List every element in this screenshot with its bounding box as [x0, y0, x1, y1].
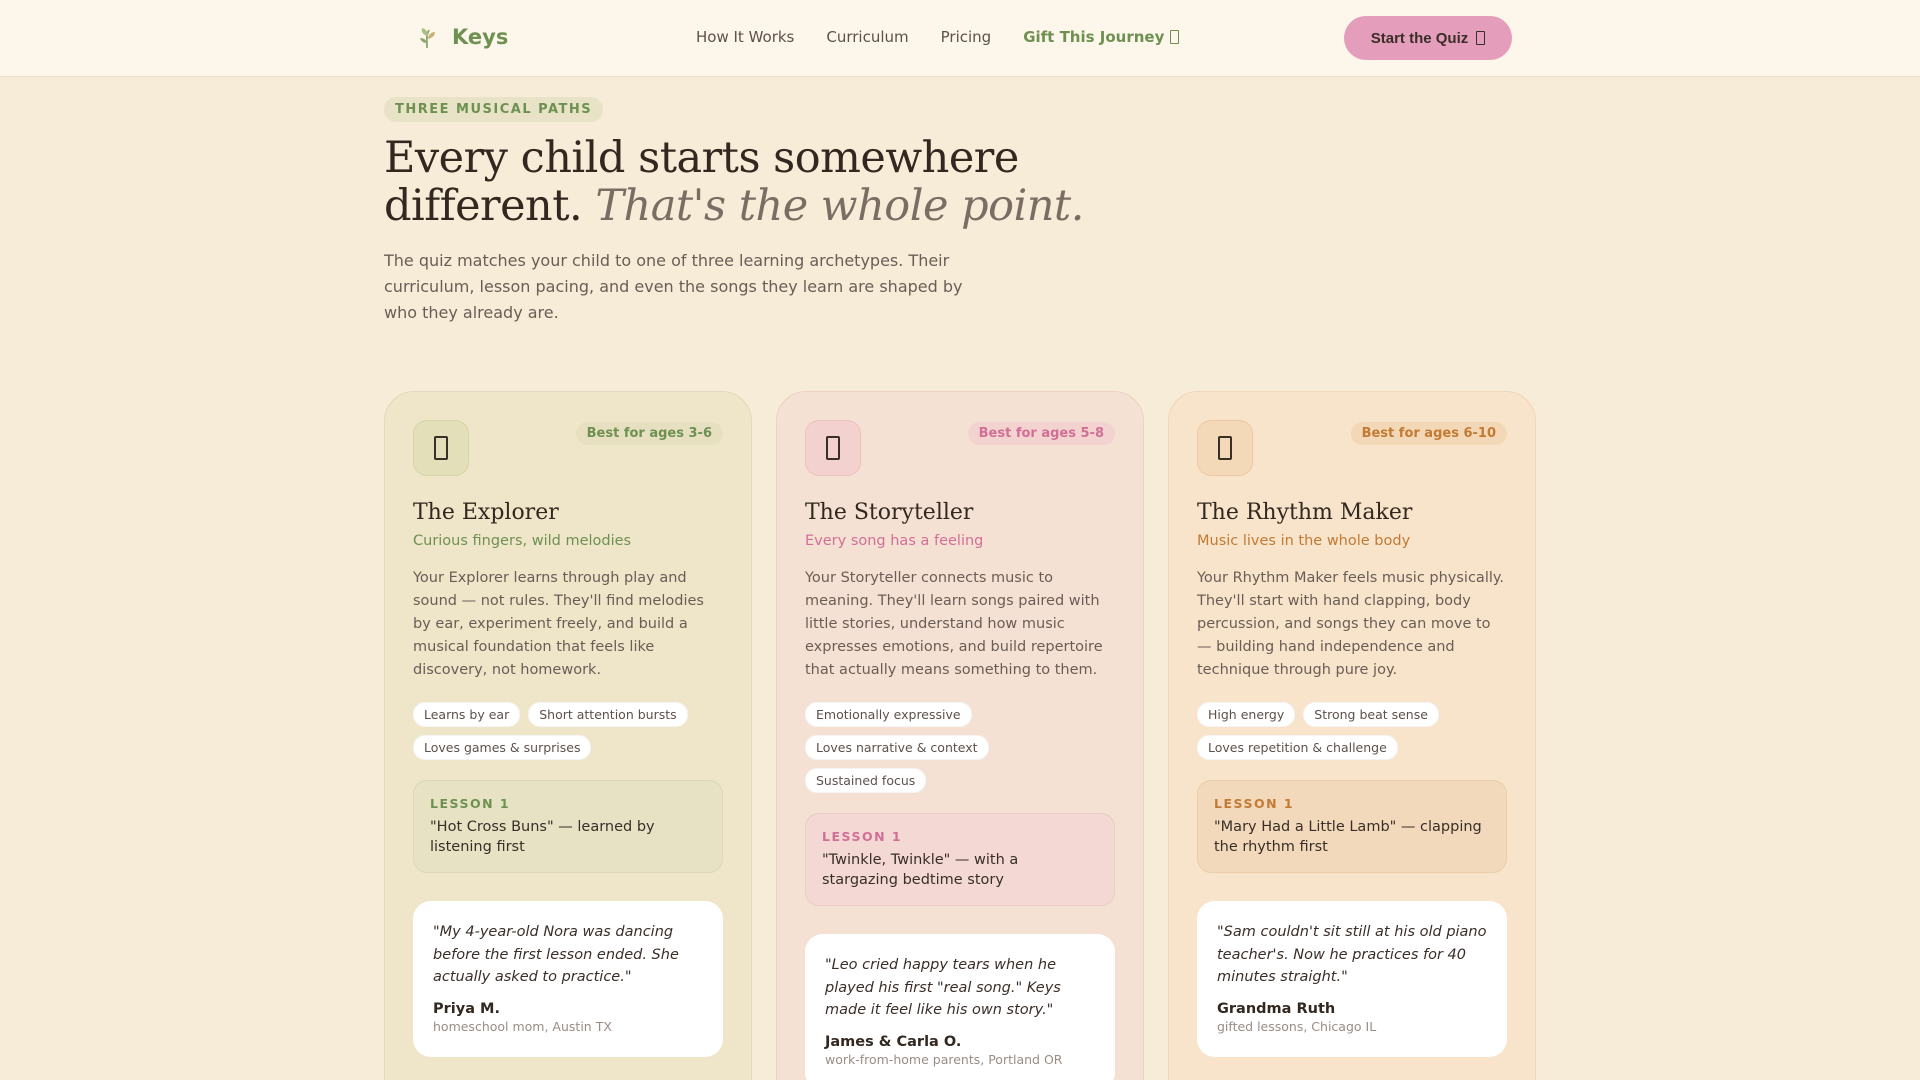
storyteller-icon: [805, 420, 861, 476]
lesson-label: LESSON 1: [822, 829, 903, 844]
trait-tags: Learns by ear Short attention bursts Lov…: [413, 702, 723, 760]
card-tagline: Curious fingers, wild melodies: [413, 533, 632, 549]
brand[interactable]: Keys: [414, 24, 508, 50]
headline-emphasis: That's the whole point.: [595, 181, 1084, 231]
sprout-icon: [420, 28, 435, 49]
lesson-label: LESSON 1: [1214, 796, 1295, 811]
lesson-text: "Mary Had a Little Lamb" — clapping the …: [1214, 819, 1482, 855]
explorer-icon: [413, 420, 469, 476]
trait-tag: Learns by ear: [413, 702, 521, 727]
section-eyebrow: THREE MUSICAL PATHS: [384, 97, 604, 122]
gift-label: Gift This Journey: [1023, 28, 1165, 46]
card-description: Your Rhythm Maker feels music physically…: [1197, 570, 1504, 678]
lesson-box: LESSON 1 "Mary Had a Little Lamb" — clap…: [1197, 780, 1507, 873]
card-tagline: Music lives in the whole body: [1197, 533, 1411, 549]
trait-tag: Loves repetition & challenge: [1197, 735, 1398, 760]
trait-tags: Emotionally expressive Loves narrative &…: [805, 702, 1115, 793]
top-nav: Keys How It Works Curriculum Pricing Gif…: [0, 0, 1920, 77]
trait-tags: High energy Strong beat sense Loves repe…: [1197, 702, 1507, 760]
brand-name: Keys: [452, 25, 509, 49]
nav-link-gift[interactable]: Gift This Journey: [1023, 28, 1179, 46]
card-title: The Storyteller: [805, 500, 974, 525]
testimonial-card: "Sam couldn't sit still at his old piano…: [1197, 901, 1507, 1057]
testimonial-quote: "My 4-year-old Nora was dancing before t…: [433, 924, 679, 985]
testimonial-author: Grandma Ruth: [1217, 1000, 1336, 1017]
trait-tag: Loves narrative & context: [805, 735, 989, 760]
testimonial-author-meta: work-from-home parents, Portland OR: [825, 1051, 1063, 1067]
page-title: Every child starts somewhere different. …: [384, 134, 1144, 230]
age-badge: Best for ages 5-8: [967, 422, 1115, 445]
testimonial-author: James & Carla O.: [825, 1033, 962, 1050]
lesson-box: LESSON 1 "Hot Cross Buns" — learned by l…: [413, 780, 723, 873]
trait-tag: Emotionally expressive: [805, 702, 972, 727]
start-quiz-label: Start the Quiz: [1370, 29, 1469, 47]
lesson-text: "Twinkle, Twinkle" — with a stargazing b…: [822, 852, 1019, 888]
testimonial-quote: "Sam couldn't sit still at his old piano…: [1217, 924, 1487, 985]
rhythm-maker-icon: [1197, 420, 1253, 476]
testimonial-quote: "Leo cried happy tears when he played hi…: [825, 957, 1061, 1018]
card-description: Your Explorer learns through play and so…: [413, 570, 704, 678]
nav-link-curriculum[interactable]: Curriculum: [826, 28, 908, 46]
gift-icon: [1169, 30, 1179, 44]
nav-links: How It Works Curriculum Pricing Gift Thi…: [696, 28, 1179, 46]
trait-tag: High energy: [1197, 702, 1296, 727]
lesson-text: "Hot Cross Buns" — learned by listening …: [430, 819, 655, 855]
age-badge: Best for ages 3-6: [575, 422, 723, 445]
trait-tag: Sustained focus: [805, 768, 927, 793]
archetype-card-storyteller: Best for ages 5-8 The Storyteller Every …: [776, 391, 1144, 1080]
nav-link-how-it-works[interactable]: How It Works: [696, 28, 794, 46]
testimonial-author-meta: homeschool mom, Austin TX: [433, 1018, 612, 1034]
testimonial-card: "My 4-year-old Nora was dancing before t…: [413, 901, 723, 1057]
archetype-card-explorer: Best for ages 3-6 The Explorer Curious f…: [384, 391, 752, 1080]
nav-link-pricing[interactable]: Pricing: [941, 28, 992, 46]
arrow-icon: [1476, 31, 1486, 45]
card-title: The Rhythm Maker: [1197, 500, 1413, 525]
start-quiz-button[interactable]: Start the Quiz: [1344, 16, 1512, 60]
lesson-label: LESSON 1: [430, 796, 511, 811]
card-tagline: Every song has a feeling: [805, 533, 984, 549]
trait-tag: Short attention bursts: [528, 702, 688, 727]
trait-tag: Strong beat sense: [1303, 702, 1439, 727]
testimonial-author: Priya M.: [433, 1000, 500, 1017]
age-badge: Best for ages 6-10: [1350, 422, 1507, 445]
archetype-card-rhythm-maker: Best for ages 6-10 The Rhythm Maker Musi…: [1168, 391, 1536, 1080]
card-description: Your Storyteller connects music to meani…: [805, 570, 1103, 678]
trait-tag: Loves games & surprises: [413, 735, 592, 760]
page-subtitle: The quiz matches your child to one of th…: [384, 251, 963, 322]
card-title: The Explorer: [413, 500, 559, 525]
testimonial-card: "Leo cried happy tears when he played hi…: [805, 934, 1115, 1080]
lesson-box: LESSON 1 "Twinkle, Twinkle" — with a sta…: [805, 813, 1115, 906]
testimonial-author-meta: gifted lessons, Chicago IL: [1217, 1018, 1377, 1034]
